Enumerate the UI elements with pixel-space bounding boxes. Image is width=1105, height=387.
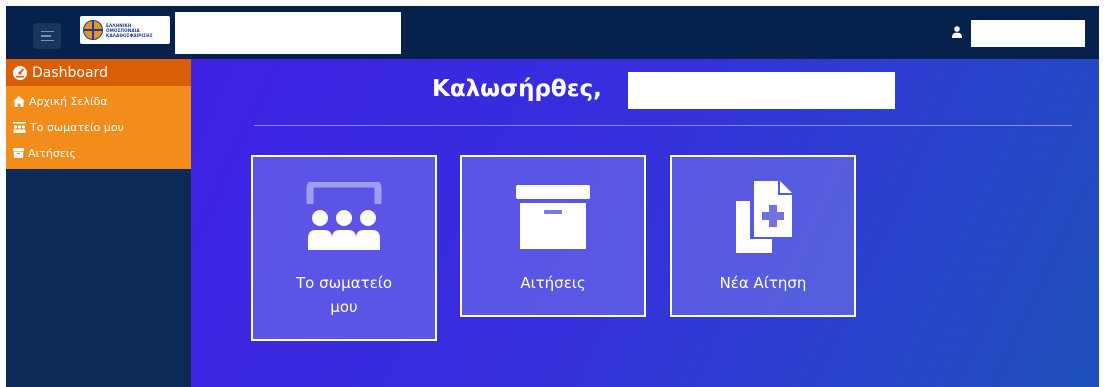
menu-icon-line (40, 35, 51, 37)
card-icon-wrap (516, 179, 590, 255)
sidebar-item-home[interactable]: Αρχική Σελίδα (6, 88, 191, 114)
applications-card[interactable]: Αιτήσεις (460, 155, 646, 317)
sidebar-header-dashboard[interactable]: Dashboard (6, 59, 191, 86)
header-field[interactable] (175, 12, 401, 54)
card-label: Νέα Αίτηση (719, 274, 807, 292)
main-content: Καλωσήρθες, Το σωματείο μου Αιτήσεις Νέα… (191, 59, 1099, 387)
sidebar-header-label: Dashboard (32, 64, 108, 81)
logo-line: ΚΑΛΑΘΟΣΦΑΙΡΙΣΗΣ (106, 32, 153, 38)
basketball-icon (83, 20, 103, 40)
home-icon (13, 95, 25, 107)
new-document-icon (736, 181, 792, 253)
card-icon-wrap (732, 179, 794, 255)
card-label: Το σωματείο μου (296, 274, 392, 316)
sidebar-item-applications[interactable]: Αιτήσεις (6, 140, 191, 166)
welcome-heading: Καλωσήρθες, (432, 76, 602, 102)
my-club-card[interactable]: Το σωματείο μου (251, 155, 437, 341)
user-name-field[interactable] (971, 20, 1085, 47)
card-icon-wrap (304, 179, 384, 255)
people-board-icon (306, 182, 382, 250)
team-icon (13, 121, 26, 133)
sidebar-item-my-club[interactable]: Το σωματείο μου (6, 114, 191, 140)
sidebar-item-label: Αρχική Σελίδα (29, 94, 108, 108)
welcome-name-field (628, 72, 895, 109)
logo-text: ΕΛΛΗΝΙΚΗ ΟΜΟΣΠΟΝΔΙΑ ΚΑΛΑΘΟΣΦΑΙΡΙΣΗΣ (106, 23, 153, 38)
archive-icon (13, 148, 24, 158)
dashboard-icon (13, 65, 27, 80)
sidebar-menu: Αρχική Σελίδα Το σωματείο μου Αιτήσεις (6, 86, 191, 169)
federation-logo[interactable]: ΕΛΛΗΝΙΚΗ ΟΜΟΣΠΟΝΔΙΑ ΚΑΛΑΘΟΣΦΑΙΡΙΣΗΣ (80, 16, 170, 44)
card-label: Αιτήσεις (520, 274, 586, 292)
menu-icon-line (40, 30, 54, 33)
menu-toggle-button[interactable] (33, 23, 61, 49)
menu-icon-line (40, 39, 54, 42)
top-bar: ΕΛΛΗΝΙΚΗ ΟΜΟΣΠΟΝΔΙΑ ΚΑΛΑΘΟΣΦΑΙΡΙΣΗΣ (6, 6, 1099, 59)
sidebar: Dashboard Αρχική Σελίδα Το σωματείο μου … (6, 59, 191, 387)
archive-box-icon (516, 185, 590, 249)
divider (254, 125, 1072, 126)
user-icon[interactable] (952, 26, 962, 38)
new-application-card[interactable]: Νέα Αίτηση (670, 155, 856, 317)
page: ΕΛΛΗΝΙΚΗ ΟΜΟΣΠΟΝΔΙΑ ΚΑΛΑΘΟΣΦΑΙΡΙΣΗΣ Dash… (6, 6, 1099, 387)
sidebar-item-label: Το σωματείο μου (30, 120, 124, 134)
sidebar-item-label: Αιτήσεις (28, 146, 76, 160)
